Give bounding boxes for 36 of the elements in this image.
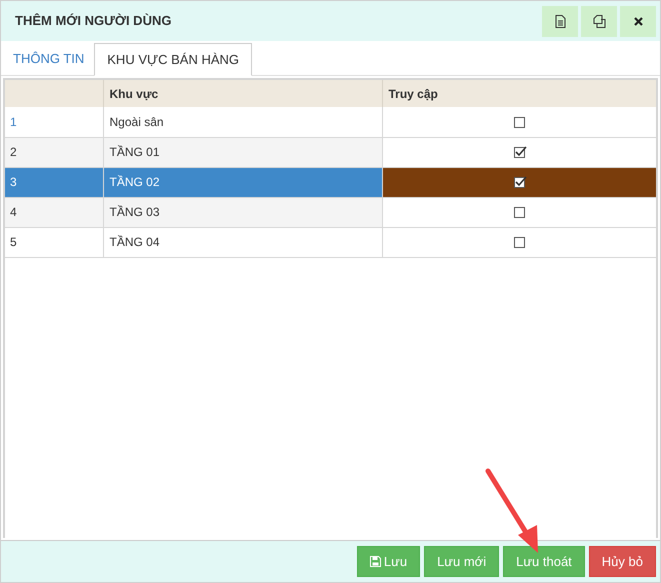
row-number: 2	[10, 145, 17, 159]
copy-button[interactable]	[581, 6, 617, 36]
table-cell: Ngoài sân	[110, 114, 164, 129]
column-header: Khu vực	[103, 80, 382, 107]
column-header: Truy cập	[382, 80, 656, 107]
save-button[interactable]: Lưu thoát	[503, 546, 585, 577]
window-title: THÊM MỚI NGƯỜI DÙNG	[15, 12, 172, 30]
checkbox[interactable]	[514, 117, 525, 128]
cancel-button[interactable]: Hủy bỏ	[588, 546, 656, 577]
tab[interactable]: KHU VỰC BÁN HÀNG	[94, 43, 252, 76]
table-cell: TẦNG 04	[110, 235, 160, 249]
table-row[interactable]: 4 TẦNG 03	[5, 197, 656, 227]
copy-icon	[592, 14, 606, 28]
table-row[interactable]: 2 TẦNG 01	[5, 137, 656, 167]
tab[interactable]: THÔNG TIN	[3, 42, 94, 75]
row-number: 3	[10, 175, 17, 189]
save-button[interactable]: Lưu mới	[424, 546, 500, 577]
checkbox[interactable]	[514, 237, 525, 248]
close-icon	[634, 16, 642, 26]
checkbox[interactable]	[514, 147, 525, 158]
table-row[interactable]: 5 TẦNG 04	[5, 227, 656, 257]
document-icon	[554, 14, 566, 28]
floppy-icon	[370, 556, 381, 567]
row-number: 1	[10, 114, 17, 129]
checkbox[interactable]	[514, 177, 525, 188]
row-number: 5	[10, 235, 17, 249]
table-row[interactable]: 1 Ngoài sân	[5, 107, 656, 137]
row-number: 4	[10, 205, 17, 219]
table-cell: TẦNG 03	[110, 205, 160, 219]
table-cell: TẦNG 01	[110, 145, 160, 159]
table-cell: TẦNG 02	[110, 175, 160, 189]
close-button[interactable]	[620, 6, 656, 36]
document-button[interactable]	[542, 6, 578, 36]
checkbox[interactable]	[514, 207, 525, 218]
save-button[interactable]: Lưu	[356, 546, 420, 577]
table-row[interactable]: 3 TẦNG 02	[5, 167, 656, 197]
